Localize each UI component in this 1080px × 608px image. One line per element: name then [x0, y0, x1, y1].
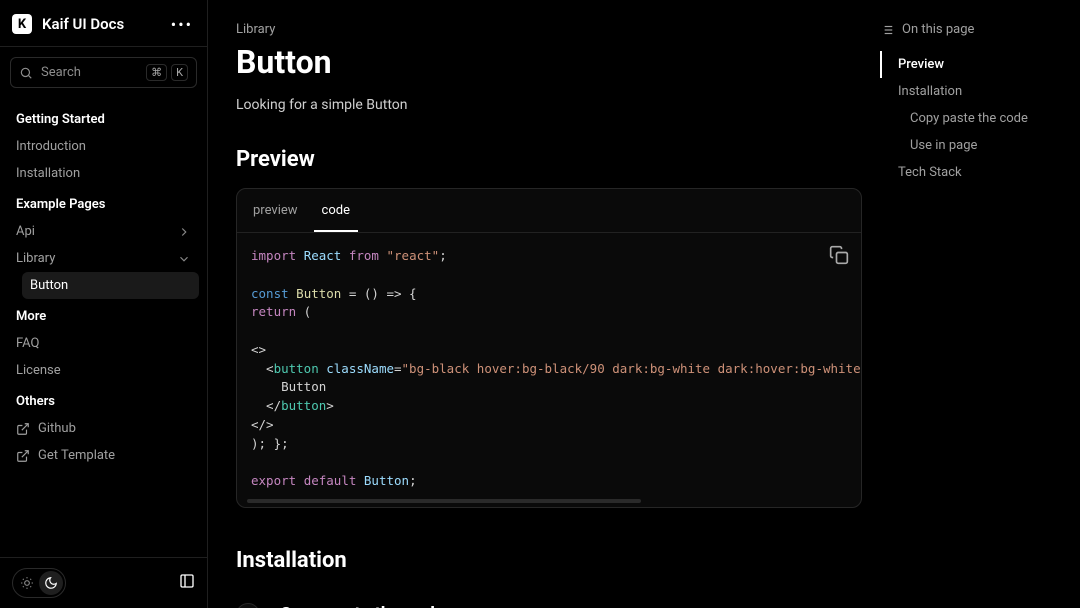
app-title: Kaif UI Docs [42, 15, 124, 33]
light-mode-button[interactable] [15, 571, 39, 595]
nav-library-button[interactable]: Button [22, 272, 199, 299]
search-input[interactable]: Search ⌘ K [10, 57, 197, 88]
installation-heading: Installation [236, 548, 1052, 573]
toc-header: On this page [880, 22, 1080, 37]
chevron-down-icon [177, 252, 191, 266]
panel-icon [179, 573, 195, 589]
code-area: import React from "react"; const Button … [237, 233, 861, 507]
section-others: Others [8, 384, 199, 415]
section-more: More [8, 299, 199, 330]
external-link-icon [16, 449, 30, 463]
kbd-cmd: ⌘ [146, 64, 167, 81]
step-title: Copy paste the code [280, 604, 445, 608]
nav-api-label: Api [16, 224, 35, 239]
code-preview-box: preview code import React from "react"; … [236, 188, 862, 508]
code-tabs: preview code [237, 189, 861, 233]
toc-use-in-page[interactable]: Use in page [880, 132, 1080, 159]
section-example-pages: Example Pages [8, 187, 199, 218]
toc-tech-stack[interactable]: Tech Stack [880, 159, 1080, 186]
nav-faq[interactable]: FAQ [8, 330, 199, 357]
kbd-k: K [171, 64, 188, 81]
chevron-right-icon [177, 225, 191, 239]
nav-get-template-label: Get Template [38, 448, 115, 463]
section-getting-started: Getting Started [8, 102, 199, 133]
toc-preview[interactable]: Preview [880, 51, 1080, 78]
moon-icon [44, 576, 58, 590]
sun-icon [20, 576, 34, 590]
logo-badge: K [12, 14, 32, 34]
tab-code[interactable]: code [314, 193, 358, 232]
sidebar-footer [0, 557, 207, 608]
toc-title: On this page [902, 22, 974, 37]
nav-api[interactable]: Api [8, 218, 199, 245]
theme-toggle[interactable] [12, 568, 66, 598]
search-placeholder: Search [41, 65, 81, 80]
nav-github-label: Github [38, 421, 76, 436]
nav-library[interactable]: Library [8, 245, 199, 272]
nav-get-template[interactable]: Get Template [8, 442, 199, 469]
sidebar-nav: Getting Started Introduction Installatio… [0, 92, 207, 557]
more-menu-icon[interactable]: ••• [171, 15, 193, 34]
step-number: 1 [236, 603, 260, 608]
search-icon [19, 66, 33, 80]
toc-copy-code[interactable]: Copy paste the code [880, 105, 1080, 132]
main-content: Library Button Looking for a simple Butt… [208, 0, 1080, 608]
dark-mode-button[interactable] [39, 571, 63, 595]
table-of-contents: On this page Preview Installation Copy p… [880, 22, 1080, 186]
sidebar-header: K Kaif UI Docs ••• [0, 0, 207, 47]
nav-github[interactable]: Github [8, 415, 199, 442]
nav-library-label: Library [16, 251, 55, 266]
nav-installation[interactable]: Installation [8, 160, 199, 187]
external-link-icon [16, 422, 30, 436]
nav-license[interactable]: License [8, 357, 199, 384]
tab-preview[interactable]: preview [245, 193, 306, 232]
copy-icon [829, 245, 849, 265]
panel-toggle-button[interactable] [179, 573, 195, 593]
toc-installation[interactable]: Installation [880, 78, 1080, 105]
install-step-1: 1 Copy paste the code [236, 603, 1052, 608]
copy-button[interactable] [829, 245, 849, 265]
nav-introduction[interactable]: Introduction [8, 133, 199, 160]
list-icon [880, 23, 894, 37]
sidebar: K Kaif UI Docs ••• Search ⌘ K Getting St… [0, 0, 208, 608]
